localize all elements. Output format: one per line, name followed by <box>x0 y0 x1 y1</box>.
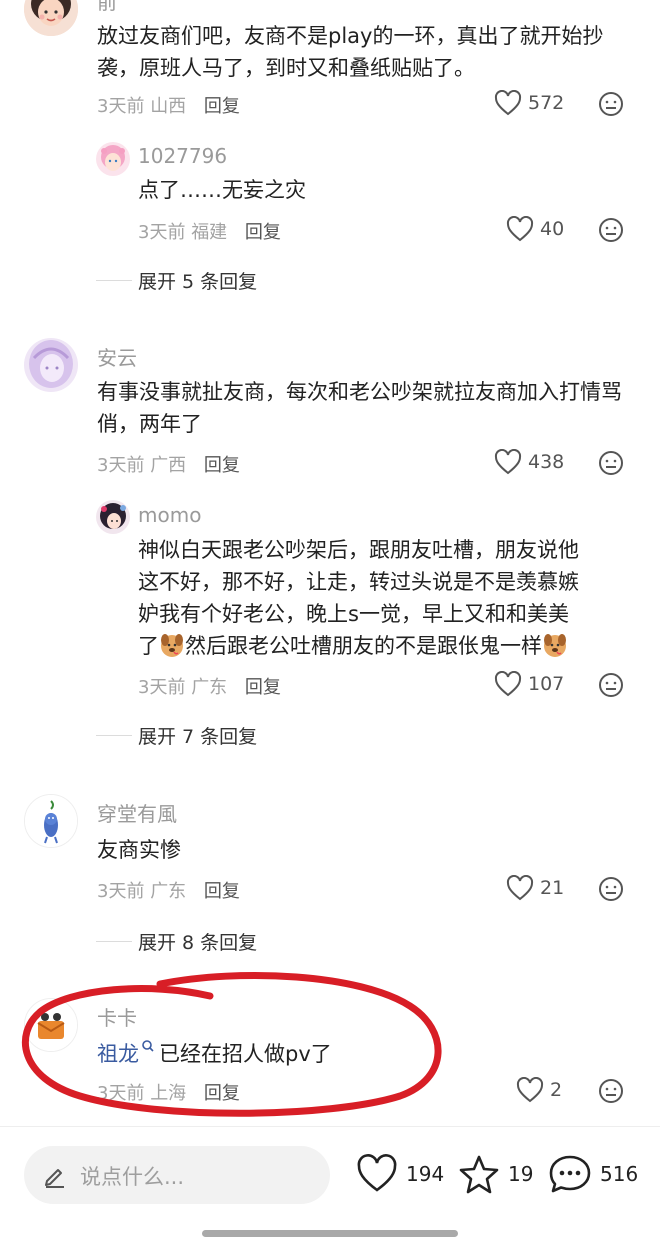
reply-text-line: 妒我有个好老公，晚上s一觉，早上又和和美美 <box>138 602 569 626</box>
red-annotation-circle <box>21 971 442 1117</box>
reply-text-line-4: 了 然后跟老公吐槽朋友的不是跟伥鬼一样 <box>138 630 638 662</box>
comments-button[interactable]: 516 <box>548 1154 638 1194</box>
heart-icon <box>506 875 534 901</box>
reply-author[interactable]: momo <box>138 503 201 527</box>
favorite-count: 19 <box>508 1162 534 1186</box>
comment-text: 放过友商们吧，友商不是play的一环，真出了就开始抄袭，原班人马了，到时又和叠纸… <box>97 24 604 80</box>
comment-meta: 3天前 广西 回复 <box>97 451 240 477</box>
divider <box>0 1126 660 1127</box>
like-button[interactable]: 107 <box>494 671 564 697</box>
reply-button[interactable]: 回复 <box>204 455 240 476</box>
user-avatar-image <box>96 500 130 534</box>
like-count: 572 <box>528 92 565 114</box>
comment-count: 516 <box>600 1162 639 1186</box>
home-indicator[interactable] <box>202 1230 458 1237</box>
reply-region: 广东 <box>191 677 228 698</box>
like-count: 438 <box>528 451 565 473</box>
heart-icon <box>506 216 534 242</box>
sad-face-icon[interactable] <box>598 450 624 476</box>
user-avatar-image <box>96 142 130 176</box>
post-like-count: 194 <box>406 1162 445 1186</box>
like-button[interactable]: 2 <box>516 1077 562 1103</box>
sad-face-icon[interactable] <box>598 1078 624 1104</box>
like-count: 21 <box>540 877 565 899</box>
divider <box>96 280 132 281</box>
reply-text-line: 神似白天跟老公吵架后，跟朋友吐槽，朋友说他 <box>138 538 579 562</box>
comment-time: 3天前 <box>97 455 145 476</box>
heart-icon <box>494 449 522 475</box>
sad-face-icon[interactable] <box>598 672 624 698</box>
reply-meta: 3天前 福建 回复 <box>138 218 281 244</box>
avatar[interactable] <box>24 0 78 36</box>
divider <box>96 735 132 736</box>
divider <box>96 941 132 942</box>
pencil-icon <box>45 1169 64 1188</box>
dog-face-icon <box>161 634 183 657</box>
heart-icon <box>357 1154 397 1192</box>
user-avatar-image <box>25 795 77 847</box>
user-avatar-image <box>24 338 78 392</box>
reply-text-fragment: 然后跟老公吐槽朋友的不是跟伥鬼一样 <box>185 634 542 658</box>
comment-author[interactable]: 穿堂有風 <box>97 798 177 827</box>
reply-author[interactable]: 1027796 <box>138 144 227 168</box>
heart-icon <box>494 671 522 697</box>
reply-time: 3天前 <box>138 677 186 698</box>
reply-button[interactable]: 回复 <box>245 222 281 243</box>
avatar[interactable] <box>96 500 130 534</box>
expand-replies-button[interactable]: 展开 7 条回复 <box>138 722 257 749</box>
reply-button[interactable]: 回复 <box>204 96 240 117</box>
reply-button[interactable]: 回复 <box>204 881 240 902</box>
heart-icon <box>516 1077 544 1103</box>
like-button[interactable]: 572 <box>494 90 564 116</box>
star-icon <box>459 1155 499 1194</box>
like-button[interactable]: 21 <box>506 875 564 901</box>
heart-icon <box>494 90 522 116</box>
sad-face-icon[interactable] <box>598 876 624 902</box>
reply-button[interactable]: 回复 <box>245 677 281 698</box>
reply-text: 神似白天跟老公吵架后，跟朋友吐槽，朋友说他 这不好，那不好，让走，转过头说是不是… <box>138 534 638 662</box>
sad-face-icon[interactable] <box>598 217 624 243</box>
favorite-button[interactable]: 19 <box>458 1154 533 1194</box>
avatar[interactable] <box>24 338 78 392</box>
reply-text: 点了……无妄之灾 <box>138 178 306 202</box>
comment-text: 有事没事就扯友商，每次和老公吵架就拉友商加入打情骂俏，两年了 <box>97 380 622 436</box>
comment-text: 友商实惨 <box>97 838 181 862</box>
comment-region: 山西 <box>150 96 187 117</box>
like-button[interactable]: 438 <box>494 449 564 475</box>
comment-input-placeholder: 说点什么... <box>80 1165 185 1189</box>
chat-bubble-icon <box>549 1155 591 1193</box>
comment-meta: 3天前 广东 回复 <box>97 877 240 903</box>
like-count: 40 <box>540 218 565 240</box>
comment-time: 3天前 <box>97 881 145 902</box>
comment-meta: 3天前 山西 回复 <box>97 92 240 118</box>
comment-region: 广西 <box>150 455 187 476</box>
post-like-button[interactable]: 194 <box>356 1154 444 1194</box>
like-count: 107 <box>528 673 565 695</box>
comment-author[interactable]: 前 <box>97 0 117 15</box>
reply-time: 3天前 <box>138 222 186 243</box>
avatar[interactable] <box>96 142 130 176</box>
sad-face-icon[interactable] <box>598 91 624 117</box>
comment-time: 3天前 <box>97 96 145 117</box>
expand-replies-button[interactable]: 展开 5 条回复 <box>138 267 257 294</box>
user-avatar-image <box>24 0 78 36</box>
comment-input[interactable]: 说点什么... <box>24 1146 330 1204</box>
reply-meta: 3天前 广东 回复 <box>138 673 281 699</box>
dog-face-icon <box>544 634 566 657</box>
expand-replies-button[interactable]: 展开 8 条回复 <box>138 928 257 955</box>
avatar[interactable] <box>24 794 78 848</box>
comment-region: 广东 <box>150 881 187 902</box>
comment-author[interactable]: 安云 <box>97 342 137 371</box>
reply-region: 福建 <box>191 222 228 243</box>
like-count: 2 <box>550 1079 563 1101</box>
reply-text-line: 这不好，那不好，让走，转过头说是不是羡慕嫉 <box>138 570 579 594</box>
reply-text-fragment: 了 <box>138 634 159 658</box>
like-button[interactable]: 40 <box>506 216 564 242</box>
